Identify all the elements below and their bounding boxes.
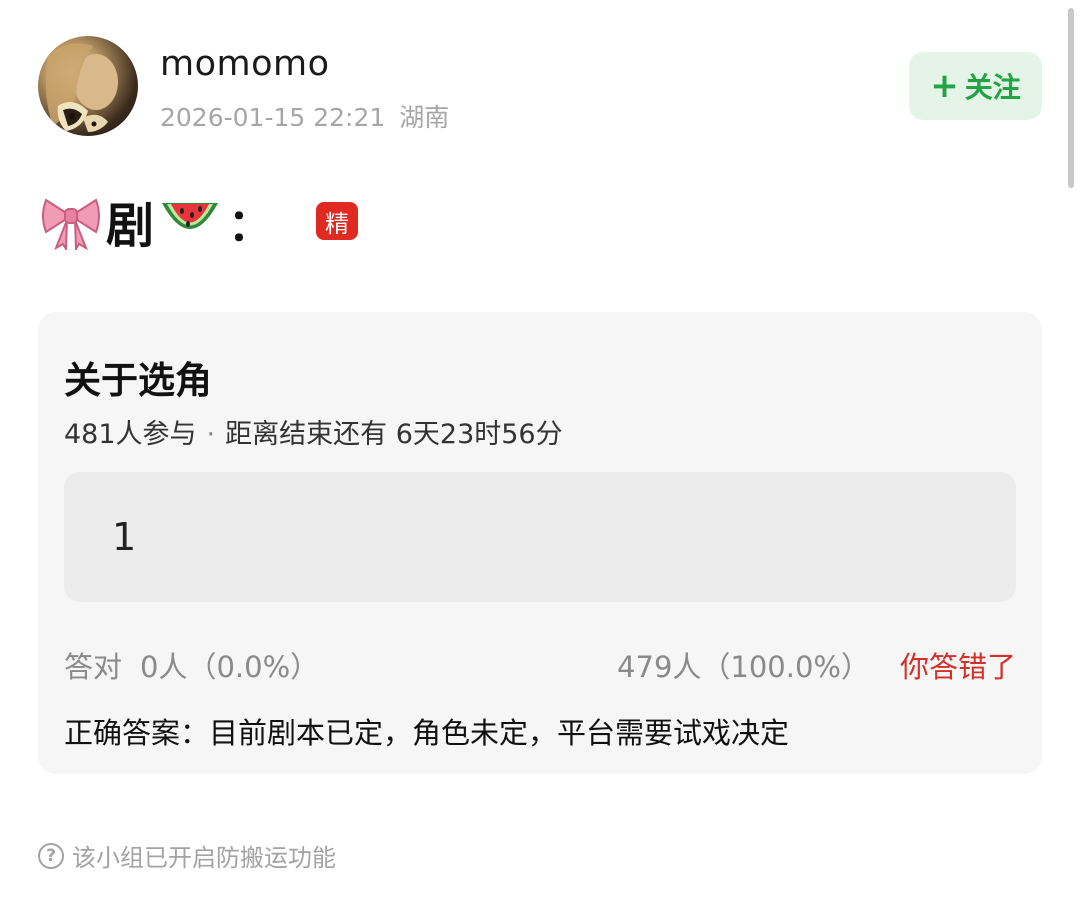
anti-repost-notice[interactable]: ? 该小组已开启防搬运功能 — [38, 838, 336, 873]
separator-dot: · — [206, 419, 216, 450]
anti-repost-text: 该小组已开启防搬运功能 — [72, 844, 336, 872]
watermelon-icon — [162, 203, 219, 229]
correct-count: 0人（0.0%） — [140, 650, 320, 684]
post-datetime: 2026-01-15 22:21 — [160, 103, 386, 132]
post-location: 湖南 — [399, 103, 450, 132]
correct-label: 答对 — [64, 650, 123, 684]
correct-answer: 正确答案：目前剧本已定，角色未定，平台需要试戏决定 — [64, 716, 790, 750]
quiz-option-text: 1 — [112, 515, 137, 559]
quiz-info: 481人参与 · 距离结束还有 6天23时56分 — [64, 412, 563, 451]
quiz-participants: 481人参与 — [64, 419, 197, 450]
avatar[interactable] — [38, 36, 138, 136]
featured-badge: 精 — [316, 202, 359, 240]
avatar-image — [45, 43, 118, 132]
quiz-option[interactable]: 1 — [64, 472, 1016, 602]
result-status: 你答错了 — [899, 650, 1016, 684]
follow-button[interactable]: + 关注 — [909, 52, 1042, 120]
post-title-colon: ： — [228, 200, 273, 251]
ribbon-bow-icon — [42, 198, 100, 250]
quiz-title: 关于选角 — [64, 359, 212, 402]
wrong-count: 479人（100.0%） — [617, 650, 870, 684]
follow-label: 关注 — [964, 71, 1021, 104]
quiz-countdown: 距离结束还有 6天23时56分 — [225, 419, 563, 450]
plus-icon: + — [930, 66, 959, 106]
post-meta: 2026-01-15 22:21 湖南 — [160, 98, 449, 134]
scrollbar[interactable] — [1068, 8, 1074, 188]
wrong-stats: 479人（100.0%） 你答错了 — [617, 644, 1016, 686]
question-circle-icon: ? — [38, 842, 64, 869]
quiz-stats: 答对 0人（0.0%） 479人（100.0%） 你答错了 — [64, 644, 1016, 686]
post-title-text: 剧 — [106, 198, 155, 254]
quiz-card: 关于选角 481人参与 · 距离结束还有 6天23时56分 1 答对 0人（0.0%）… — [38, 312, 1042, 774]
username[interactable]: momomo — [160, 44, 330, 84]
post-page: momomo 2026-01-15 22:21 湖南 + 关注 剧 ： 精 关于选… — [0, 0, 1080, 921]
post-title: 剧 ： 精 — [40, 190, 359, 254]
